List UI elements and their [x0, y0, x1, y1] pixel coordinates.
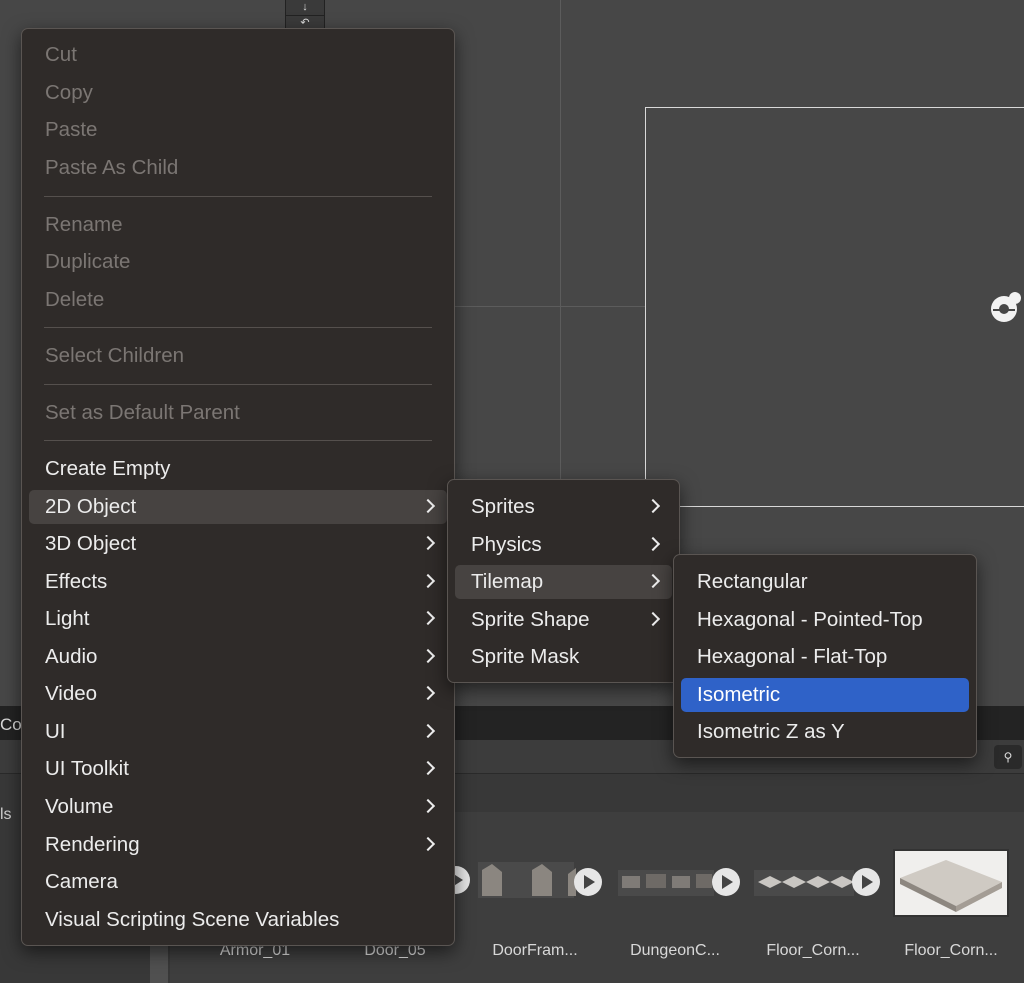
asset-thumbnail [470, 848, 602, 908]
menu-item-video[interactable]: Video [29, 677, 447, 711]
panel-tab-label[interactable]: Co [0, 715, 22, 735]
chevron-right-icon [420, 836, 436, 852]
canvas-bounds [645, 107, 1024, 507]
chevron-right-icon [420, 498, 436, 514]
menu-item-ui-toolkit[interactable]: UI Toolkit [29, 752, 447, 786]
panel-divider[interactable] [150, 940, 168, 983]
menu-item-camera[interactable]: Camera [29, 865, 447, 899]
menu-item-label: Volume [45, 795, 114, 818]
chevron-right-icon [420, 573, 436, 589]
play-icon[interactable] [712, 868, 740, 896]
menu-separator [44, 196, 432, 197]
menu-item-label: Light [45, 607, 90, 630]
menu-item-ui[interactable]: UI [29, 715, 447, 749]
menu-item-tilemap[interactable]: Tilemap [455, 565, 672, 599]
chevron-right-icon [420, 610, 436, 626]
asset-item[interactable]: DoorFram... [470, 848, 602, 959]
search-icon[interactable]: ⚲ [994, 745, 1022, 769]
menu-item-light[interactable]: Light [29, 602, 447, 636]
grid-line [560, 0, 561, 480]
menu-item-label: Rendering [45, 833, 140, 856]
menu-item-label: Effects [45, 570, 108, 593]
menu-item-isometric-z-as-y[interactable]: Isometric Z as Y [681, 715, 969, 749]
menu-item-paste-as-child[interactable]: Paste As Child [29, 151, 447, 185]
camera-gizmo-icon[interactable] [988, 290, 1024, 326]
menu-separator [44, 384, 432, 385]
menu-item-label: Audio [45, 645, 98, 668]
menu-item-3d-object[interactable]: 3D Object [29, 527, 447, 561]
menu-item-effects[interactable]: Effects [29, 565, 447, 599]
chevron-right-icon [645, 498, 661, 514]
menu-item-label: Sprites [471, 495, 535, 518]
menu-item-copy[interactable]: Copy [29, 76, 447, 110]
menu-item-2d-object[interactable]: 2D Object [29, 490, 447, 524]
menu-item-cut[interactable]: Cut [29, 38, 447, 72]
menu-item-paste[interactable]: Paste [29, 113, 447, 147]
side-panel-label: ls [0, 806, 12, 823]
play-icon[interactable] [852, 868, 880, 896]
menu-item-duplicate[interactable]: Duplicate [29, 245, 447, 279]
menu-item-physics[interactable]: Physics [455, 528, 672, 562]
menu-item-hexagonal-pointed-top[interactable]: Hexagonal - Pointed-Top [681, 603, 969, 637]
menu-item-label: Tilemap [471, 570, 544, 593]
asset-item[interactable]: Floor_Corn... [886, 848, 1016, 959]
asset-name: DungeonC... [630, 942, 720, 959]
menu-item-select-children[interactable]: Select Children [29, 339, 447, 373]
menu-item-label: Video [45, 682, 98, 705]
chevron-right-icon [645, 536, 661, 552]
play-icon[interactable] [574, 868, 602, 896]
menu-item-rename[interactable]: Rename [29, 208, 447, 242]
menu-item-label: 2D Object [45, 495, 137, 518]
menu-item-rectangular[interactable]: Rectangular [681, 565, 969, 599]
submenu-2d-object: Sprites Physics Tilemap Sprite Shape Spr… [447, 479, 680, 683]
menu-item-set-default-parent[interactable]: Set as Default Parent [29, 396, 447, 430]
asset-name: Floor_Corn... [766, 942, 860, 959]
menu-item-sprites[interactable]: Sprites [455, 490, 672, 524]
menu-item-label: UI Toolkit [45, 757, 129, 780]
asset-item[interactable]: DungeonC... [610, 848, 740, 959]
asset-name: DoorFram... [492, 942, 578, 959]
chevron-right-icon [420, 648, 436, 664]
menu-item-sprite-shape[interactable]: Sprite Shape [455, 603, 672, 637]
asset-thumbnail [886, 848, 1016, 917]
move-tool-icon[interactable]: ↓ [286, 0, 324, 16]
menu-item-hexagonal-flat-top[interactable]: Hexagonal - Flat-Top [681, 640, 969, 674]
asset-item[interactable]: Floor_Corn... [748, 848, 880, 959]
asset-name: Floor_Corn... [904, 942, 998, 959]
menu-item-audio[interactable]: Audio [29, 640, 447, 674]
chevron-right-icon [420, 760, 436, 776]
menu-item-visual-scripting-scene-variables[interactable]: Visual Scripting Scene Variables [29, 903, 447, 937]
menu-item-isometric[interactable]: Isometric [681, 678, 969, 712]
menu-item-sprite-mask[interactable]: Sprite Mask [455, 640, 672, 674]
submenu-tilemap: Rectangular Hexagonal - Pointed-Top Hexa… [673, 554, 977, 758]
chevron-right-icon [645, 611, 661, 627]
chevron-right-icon [420, 685, 436, 701]
context-menu: Cut Copy Paste Paste As Child Rename Dup… [21, 28, 455, 946]
menu-item-label: Sprite Shape [471, 608, 590, 631]
chevron-right-icon [645, 573, 661, 589]
menu-separator [44, 327, 432, 328]
asset-thumbnail [610, 848, 740, 908]
menu-item-delete[interactable]: Delete [29, 283, 447, 317]
menu-item-label: Physics [471, 533, 542, 556]
asset-thumbnail [748, 848, 880, 908]
grid-line [455, 306, 645, 307]
chevron-right-icon [420, 798, 436, 814]
menu-item-volume[interactable]: Volume [29, 790, 447, 824]
menu-item-create-empty[interactable]: Create Empty [29, 452, 447, 486]
menu-item-label: 3D Object [45, 532, 137, 555]
chevron-right-icon [420, 723, 436, 739]
menu-item-rendering[interactable]: Rendering [29, 828, 447, 862]
menu-item-label: UI [45, 720, 66, 743]
menu-separator [44, 440, 432, 441]
chevron-right-icon [420, 535, 436, 551]
